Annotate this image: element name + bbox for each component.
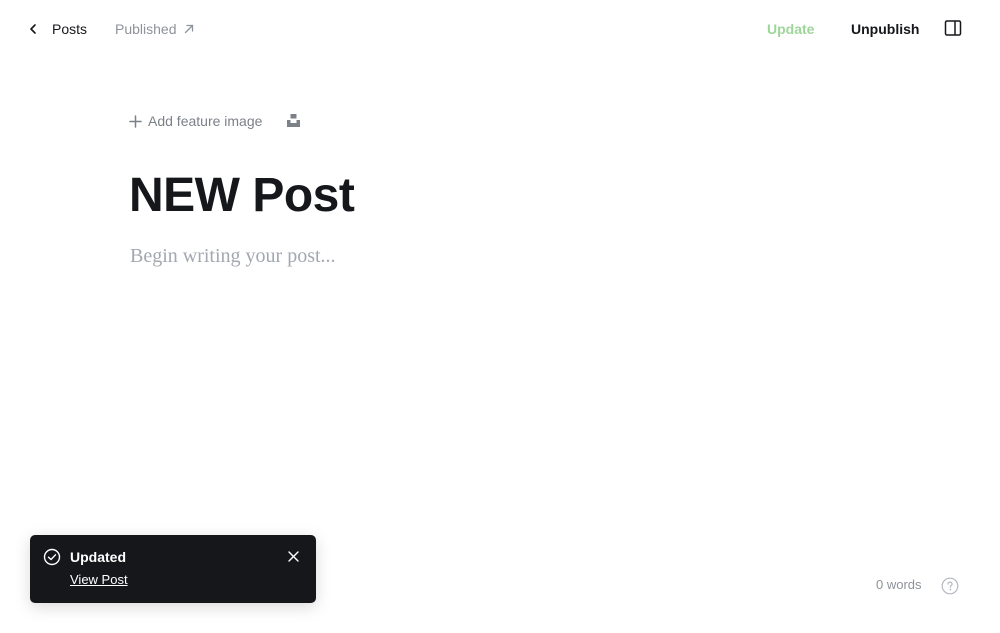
close-toast-button[interactable] xyxy=(287,550,301,564)
add-feature-image-button[interactable]: Add feature image xyxy=(129,113,262,129)
post-body-placeholder[interactable]: Begin writing your post... xyxy=(130,242,890,270)
check-circle-icon xyxy=(43,548,61,566)
help-circle-icon xyxy=(941,577,959,595)
help-button[interactable] xyxy=(941,577,959,595)
chevron-left-icon xyxy=(30,24,36,34)
sidebar-panel-icon xyxy=(944,20,962,36)
back-to-posts-link[interactable]: Posts xyxy=(26,18,87,40)
back-label: Posts xyxy=(52,21,88,37)
unsplash-button[interactable] xyxy=(286,113,302,129)
status-label: Published xyxy=(115,21,177,37)
feature-image-row: Add feature image xyxy=(129,110,302,132)
post-title[interactable]: NEW Post xyxy=(129,166,889,226)
toast-title: Updated xyxy=(70,549,126,565)
word-count: 0 words xyxy=(876,577,922,592)
add-feature-image-label: Add feature image xyxy=(148,113,263,129)
notification-toast: Updated View Post xyxy=(30,535,316,603)
unpublish-button[interactable]: Unpublish xyxy=(851,18,919,40)
sidebar-toggle-button[interactable] xyxy=(944,19,964,39)
editor-header: Posts Published Update Unpublish xyxy=(0,0,1000,58)
unsplash-icon xyxy=(287,114,301,127)
view-post-link[interactable]: View Post xyxy=(70,571,128,589)
arrow-up-right-icon xyxy=(184,24,193,34)
update-button[interactable]: Update xyxy=(767,18,814,40)
plus-icon xyxy=(129,114,142,128)
post-editor-page: Posts Published Update Unpublish Add fea… xyxy=(0,0,1000,633)
published-status-link[interactable]: Published xyxy=(115,18,195,40)
close-icon xyxy=(288,551,299,562)
